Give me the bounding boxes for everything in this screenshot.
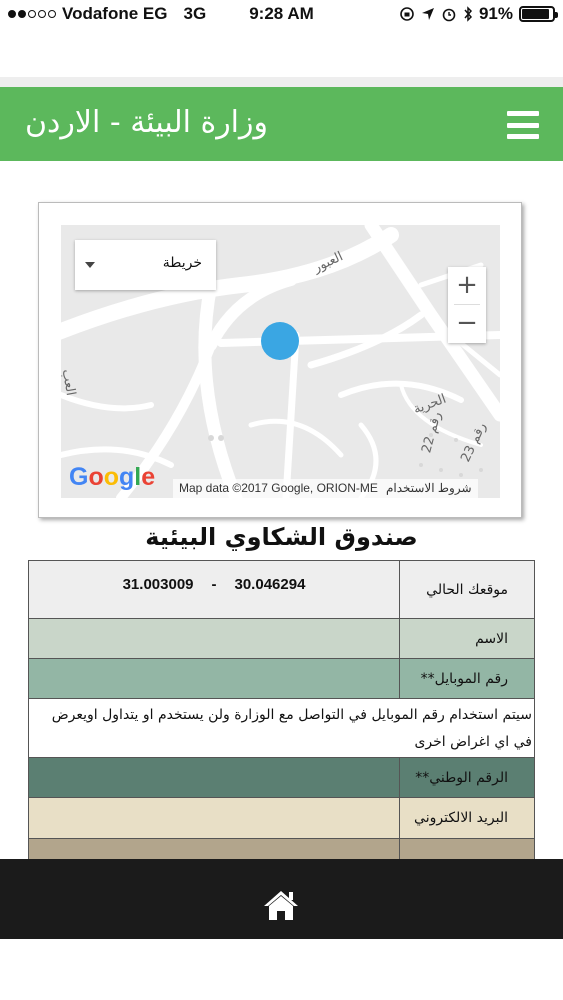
mobile-privacy-note: سيتم استخدام رقم الموبايل في التواصل مع …: [51, 707, 532, 750]
map-view[interactable]: العبور الحرية رقم 22 رقم 23 العب خريطة +…: [61, 225, 500, 498]
map-frame: العبور الحرية رقم 22 رقم 23 العب خريطة +…: [38, 202, 522, 518]
zoom-in-button[interactable]: +: [448, 267, 486, 304]
national-id-row: الرقم الوطني**: [28, 758, 535, 798]
coordinate-separator: -: [211, 576, 217, 593]
name-label: الاسم: [399, 619, 534, 658]
battery-icon: [519, 6, 558, 22]
page-title: صندوق الشكاوي البيئية: [145, 523, 418, 551]
email-input[interactable]: [29, 798, 399, 838]
complaint-form: موقعك الحالي 31.003009 - 30.046294 الاسم…: [28, 560, 535, 863]
longitude-value: 31.003009: [122, 576, 194, 593]
latitude-value: 30.046294: [234, 576, 306, 593]
hamburger-icon[interactable]: [507, 111, 539, 139]
email-label: البريد الالكتروني: [399, 798, 534, 838]
google-logo: Google: [69, 463, 155, 492]
mobile-input[interactable]: [29, 659, 399, 698]
map-data-credit: Map data ©2017 Google, ORION-ME: [179, 481, 378, 495]
map-attribution: Map data ©2017 Google, ORION-ME شروط الا…: [173, 479, 478, 498]
google-logo-letter: o: [103, 463, 120, 491]
google-logo-letter: e: [141, 463, 156, 491]
location-value: 31.003009 - 30.046294: [29, 561, 399, 618]
app-title: وزارة البيئة - الاردن: [25, 105, 268, 140]
current-location-marker: [261, 322, 299, 360]
location-row: موقعك الحالي 31.003009 - 30.046294: [28, 560, 535, 619]
home-icon[interactable]: [262, 888, 300, 922]
terms-of-use-link[interactable]: شروط الاستخدام: [386, 481, 472, 496]
location-label: موقعك الحالي: [399, 561, 534, 618]
mobile-note-row: سيتم استخدام رقم الموبايل في التواصل مع …: [28, 699, 535, 758]
google-logo-letter: G: [69, 463, 89, 491]
app-header: وزارة البيئة - الاردن: [0, 87, 563, 161]
zoom-out-button[interactable]: −: [448, 305, 486, 342]
location-arrow-icon: [421, 8, 434, 20]
bluetooth-icon: [464, 6, 472, 22]
google-logo-letter: g: [119, 463, 135, 491]
mobile-label: رقم الموبايل**: [399, 659, 534, 698]
name-row: الاسم: [28, 619, 535, 659]
email-row: البريد الالكتروني: [28, 798, 535, 839]
battery-percent: 91%: [478, 4, 513, 23]
status-bar: Vodafone EG 3G 9:28 AM 91%: [0, 0, 563, 30]
national-id-input[interactable]: [29, 758, 399, 797]
alarm-icon: [442, 8, 456, 22]
name-input[interactable]: [29, 619, 399, 658]
google-logo-letter: o: [88, 463, 104, 491]
zoom-control: + −: [448, 267, 486, 343]
caret-down-icon: [85, 262, 95, 268]
status-right: 91%: [399, 4, 558, 24]
map-type-label: خريطة: [162, 255, 202, 271]
national-id-label: الرقم الوطني**: [399, 758, 534, 797]
rotation-lock-icon: [400, 7, 414, 21]
map-type-dropdown[interactable]: خريطة: [75, 240, 216, 290]
mobile-row: رقم الموبايل**: [28, 659, 535, 699]
separator-bar: [0, 77, 563, 87]
